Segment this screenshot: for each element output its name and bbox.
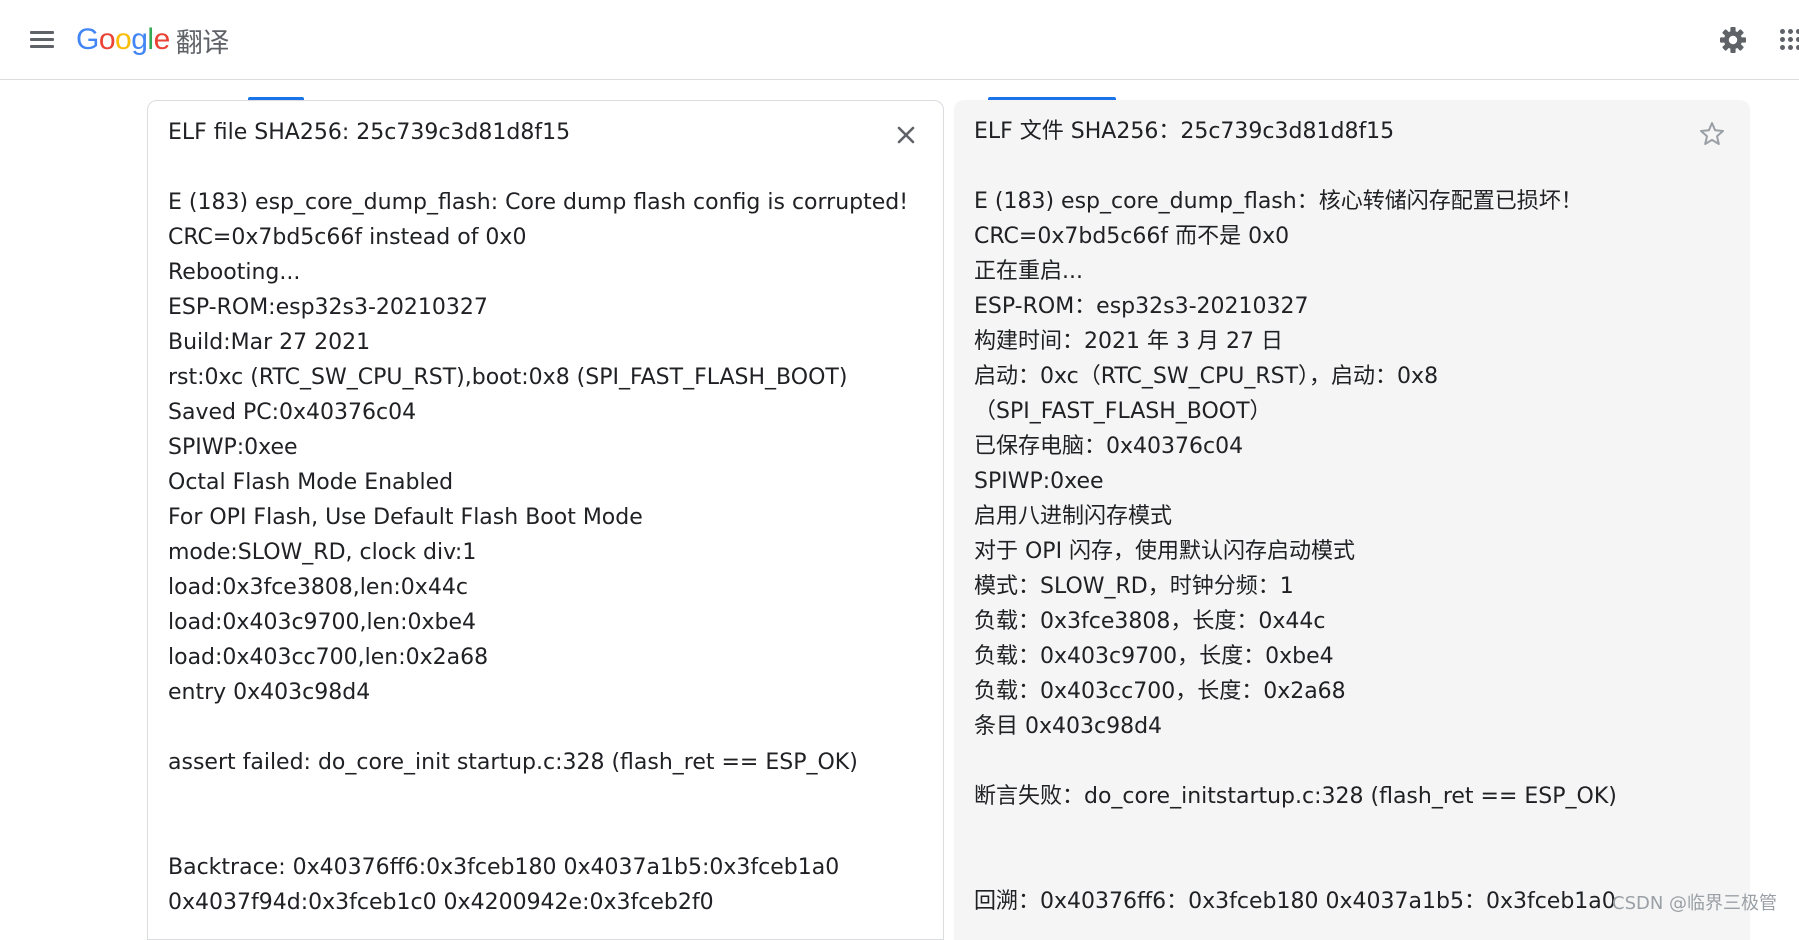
- translated-text-line: 负载：0x403cc700，长度：0x2a68: [974, 679, 1346, 704]
- source-text-line: Build:Mar 27 2021: [168, 330, 371, 355]
- source-text-line: [168, 150, 908, 185]
- hamburger-menu-icon[interactable]: [22, 20, 62, 60]
- source-text-line: load:0x403c9700,len:0xbe4: [168, 610, 477, 635]
- logo-letter: g: [131, 23, 148, 56]
- source-text-line: 0x4037f94d:0x3fceb1c0 0x4200942e:0x3fceb…: [168, 890, 714, 915]
- source-text-line: load:0x3fce3808,len:0x44c: [168, 575, 468, 600]
- logo-letter: o: [98, 23, 116, 56]
- translated-text-line: [974, 744, 1617, 779]
- logo-letter: e: [153, 23, 171, 56]
- source-text-line: CRC=0x7bd5c66f instead of 0x0: [168, 225, 527, 250]
- translated-text: ELF 文件 SHA256：25c739c3d81d8f15 E (183) es…: [974, 114, 1617, 919]
- close-icon[interactable]: [888, 117, 924, 153]
- translated-text-line: 模式：SLOW_RD，时钟分频：1: [974, 574, 1294, 599]
- source-text-line: Saved PC:0x40376c04: [168, 400, 417, 425]
- translated-text-line: ESP-ROM：esp32s3-20210327: [974, 294, 1309, 319]
- translated-text-line: ELF 文件 SHA256：25c739c3d81d8f15: [974, 119, 1395, 144]
- translated-text-line: （SPI_FAST_FLASH_BOOT）: [974, 399, 1272, 424]
- source-text-line: entry 0x403c98d4: [168, 680, 371, 705]
- product-name: 翻译: [175, 27, 230, 59]
- source-text-line: For OPI Flash, Use Default Flash Boot Mo…: [168, 505, 643, 530]
- translation-pane: ELF 文件 SHA256：25c739c3d81d8f15 E (183) es…: [954, 100, 1750, 940]
- source-text-line: load:0x403cc700,len:0x2a68: [168, 645, 489, 670]
- apps-grid-icon[interactable]: [1770, 20, 1799, 60]
- source-text[interactable]: ELF file SHA256: 25c739c3d81d8f15 E (183)…: [168, 115, 908, 920]
- logo-letter: G: [76, 23, 99, 56]
- translated-text-line: 启用八进制闪存模式: [974, 504, 1173, 529]
- source-text-line: assert failed: do_core_init startup.c:32…: [168, 750, 858, 775]
- source-text-line: ELF file SHA256: 25c739c3d81d8f15: [168, 120, 571, 145]
- translated-text-line: [974, 849, 1617, 884]
- translated-text-line: 负载：0x3fce3808，长度：0x44c: [974, 609, 1326, 634]
- translated-text-line: 条目 0x403c98d4: [974, 714, 1163, 739]
- translated-text-line: 构建时间：2021 年 3 月 27 日: [974, 329, 1283, 354]
- translated-text-line: E (183) esp_core_dump_flash：核心转储闪存配置已损坏！: [974, 189, 1583, 214]
- app-header: Go o g l e 翻译: [0, 0, 1799, 80]
- gear-icon[interactable]: [1713, 20, 1753, 60]
- translated-text-line: [974, 149, 1617, 184]
- source-text-line: ESP-ROM:esp32s3-20210327: [168, 295, 488, 320]
- translated-text-line: 启动：0xc（RTC_SW_CPU_RST），启动：0x8: [974, 364, 1439, 389]
- translated-text-line: SPIWP:0xee: [974, 469, 1104, 494]
- watermark: CSDN @临界三极管: [1612, 893, 1778, 914]
- translated-text-line: 已保存电脑：0x40376c04: [974, 434, 1244, 459]
- source-text-pane[interactable]: ELF file SHA256: 25c739c3d81d8f15 E (183)…: [147, 100, 944, 940]
- star-outline-icon[interactable]: [1694, 116, 1730, 152]
- source-text-line: mode:SLOW_RD, clock div:1: [168, 540, 477, 565]
- translated-text-line: 负载：0x403c9700，长度：0xbe4: [974, 644, 1334, 669]
- source-text-line: SPIWP:0xee: [168, 435, 298, 460]
- translated-text-line: [974, 814, 1617, 849]
- translated-text-line: 对于 OPI 闪存，使用默认闪存启动模式: [974, 539, 1356, 564]
- source-text-line: Octal Flash Mode Enabled: [168, 470, 454, 495]
- source-text-line: E (183) esp_core_dump_flash: Core dump f…: [168, 190, 909, 215]
- source-text-line: [168, 780, 908, 815]
- google-translate-logo[interactable]: Go o g l e 翻译: [76, 20, 229, 60]
- translated-text-line: 正在重启...: [974, 259, 1083, 284]
- source-text-line: Rebooting...: [168, 260, 301, 285]
- logo-letter: o: [115, 23, 132, 56]
- translated-text-line: 断言失败：do_core_initstartup.c:328 (flash_re…: [974, 784, 1617, 809]
- translated-text-line: CRC=0x7bd5c66f 而不是 0x0: [974, 224, 1290, 249]
- source-text-line: Backtrace: 0x40376ff6:0x3fceb180 0x4037a…: [168, 855, 840, 880]
- translated-text-line: 回溯：0x40376ff6：0x3fceb180 0x4037a1b5：0x3f…: [974, 889, 1616, 914]
- source-text-line: [168, 710, 908, 745]
- source-text-line: rst:0xc (RTC_SW_CPU_RST),boot:0x8 (SPI_F…: [168, 365, 848, 390]
- source-text-line: [168, 815, 908, 850]
